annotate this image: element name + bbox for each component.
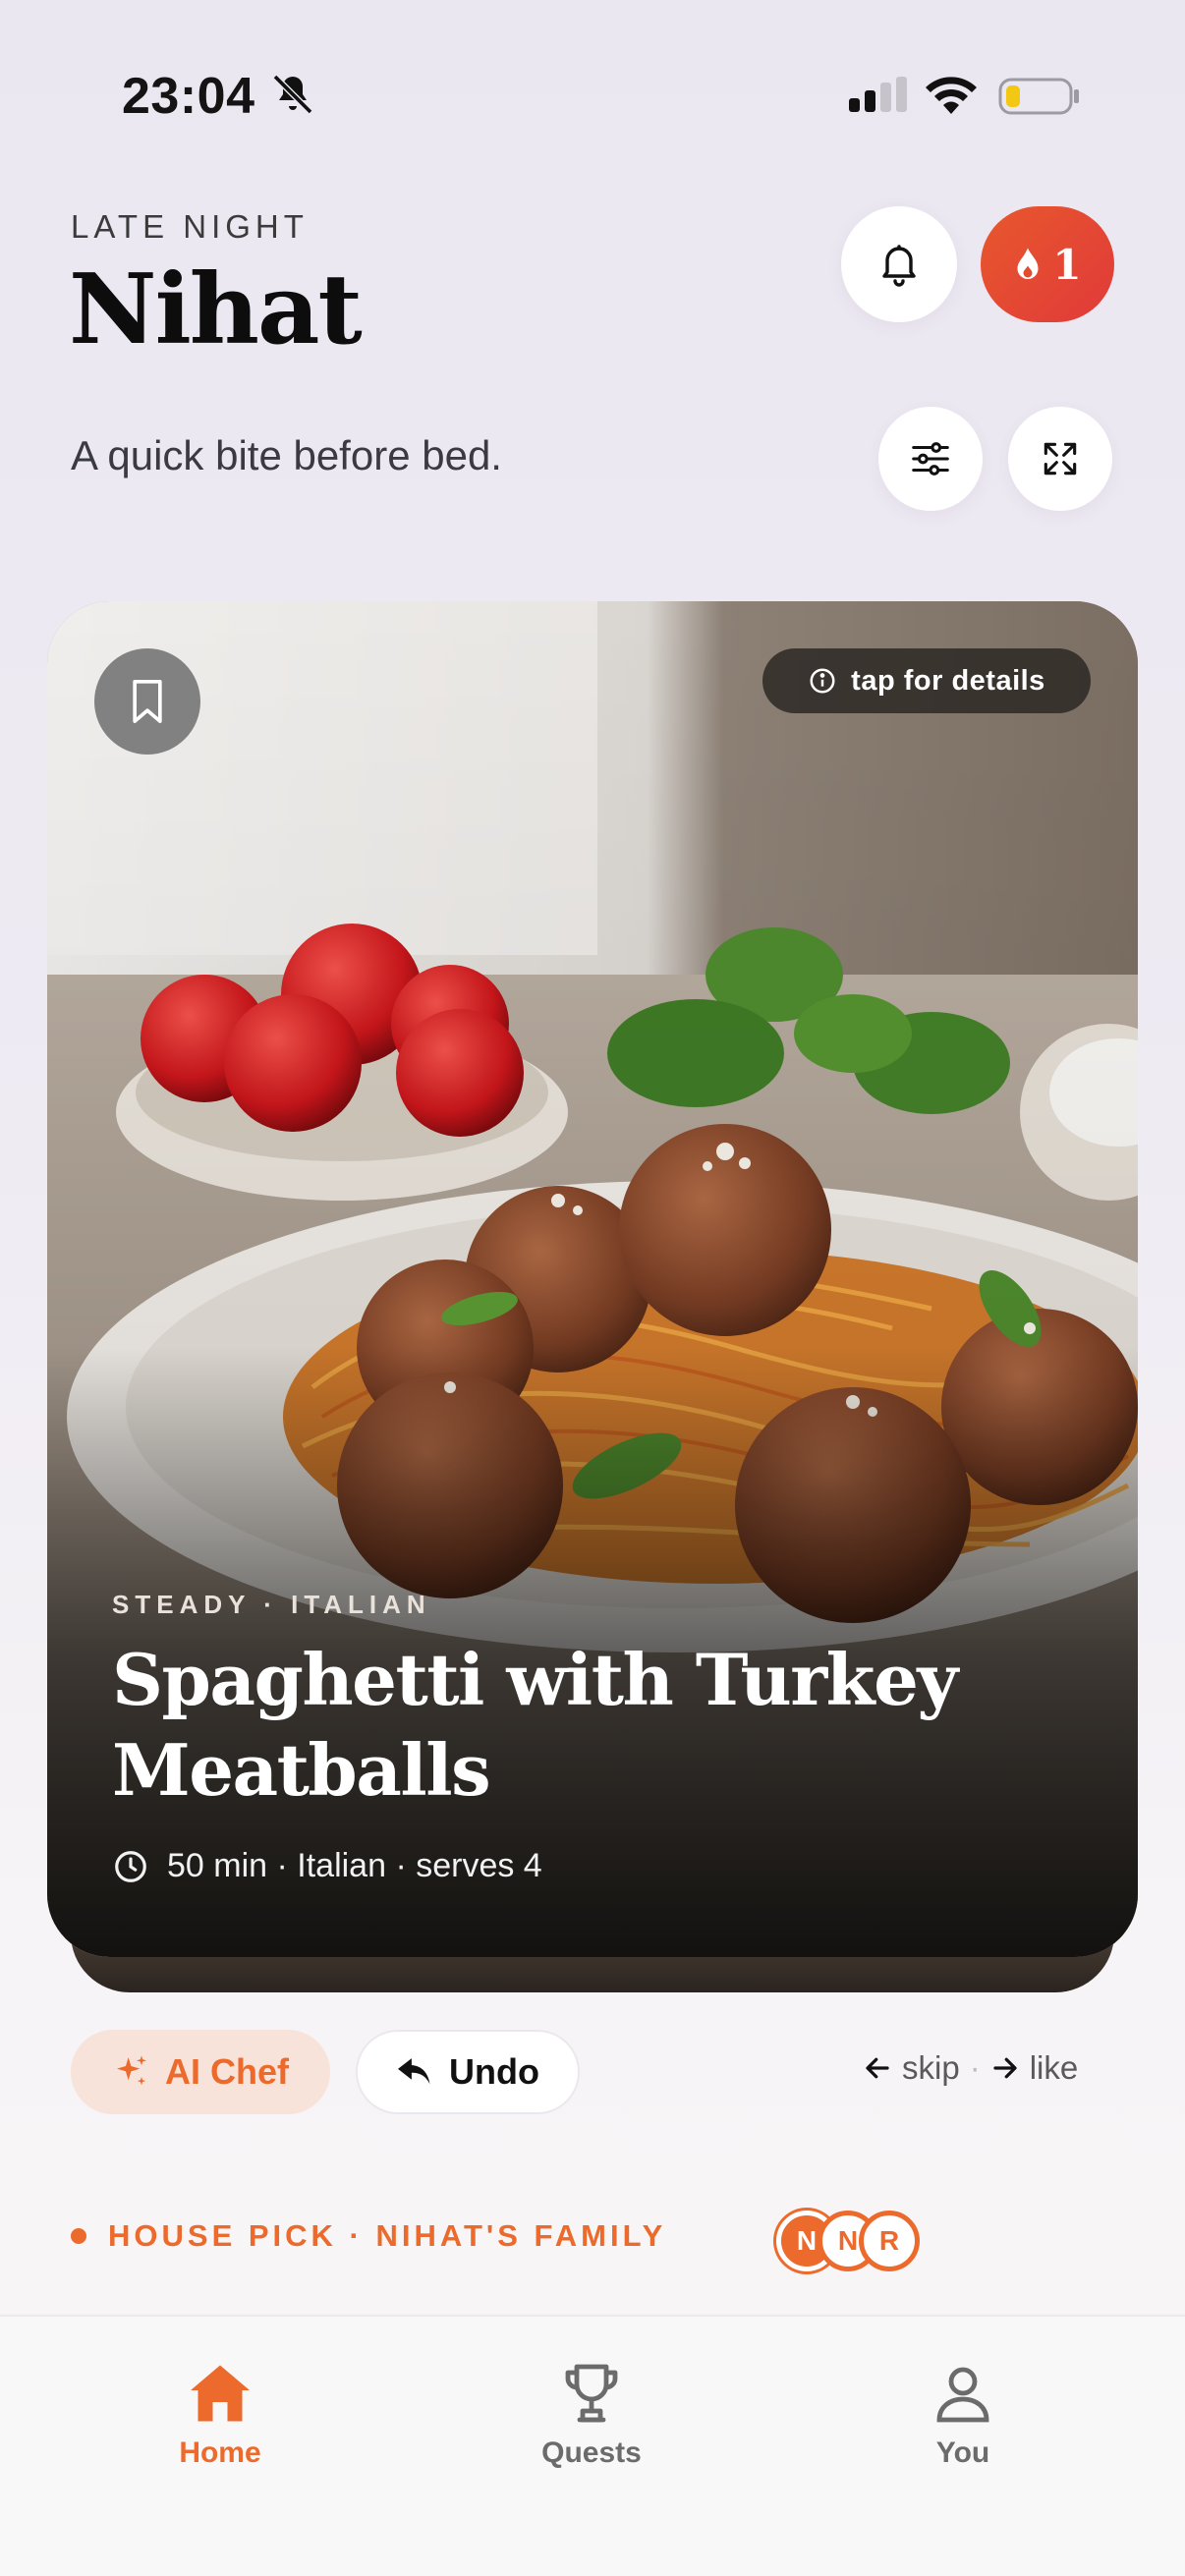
nav-home[interactable]: Home (122, 2358, 318, 2470)
bookmark-icon (133, 679, 162, 723)
cellular-signal-icon (849, 77, 907, 112)
person-icon (936, 2367, 989, 2423)
bottom-nav: Home Quests You (0, 2315, 1185, 2576)
accent-dot (71, 2228, 86, 2244)
streak-count: 1 (1052, 240, 1082, 289)
ai-chef-button[interactable]: AI Chef (71, 2030, 330, 2114)
bell-icon (882, 245, 916, 287)
filters-button[interactable] (878, 407, 983, 511)
undo-arrow-icon (398, 2058, 430, 2085)
recipe-card[interactable]: tap for details STEADY · ITALIAN Spaghet… (47, 601, 1138, 1957)
skip-label: skip (902, 2049, 960, 2086)
sliders-icon (912, 442, 949, 476)
undo-label: Undo (449, 2051, 539, 2092)
recipe-title: Spaghetti with Turkey Meatballs (112, 1638, 958, 1812)
home-icon (191, 2365, 250, 2422)
avatar: R (859, 2211, 920, 2271)
recipe-meta-text: 50 min · Italian · serves 4 (167, 1847, 542, 1884)
flame-icon (1017, 248, 1039, 279)
swipe-hint: skip · like (863, 2049, 1078, 2087)
bell-off-icon (272, 74, 313, 115)
recipe-kicker: STEADY · ITALIAN (112, 1590, 431, 1619)
trophy-icon (565, 2364, 618, 2423)
nav-home-label: Home (179, 2436, 261, 2469)
status-time: 23:04 (122, 68, 255, 125)
save-recipe-button[interactable] (94, 648, 200, 755)
time-of-day-label: LATE NIGHT (71, 208, 309, 245)
arrow-right-icon (993, 2057, 1017, 2079)
separator-dot: · (969, 2049, 981, 2086)
nav-quests[interactable]: Quests (493, 2358, 690, 2470)
house-pick-label: HOUSE PICK · NIHAT'S FAMILY (108, 2218, 667, 2253)
tap-for-details-button[interactable]: tap for details (762, 648, 1091, 713)
like-label: like (1029, 2049, 1079, 2086)
status-bar: 23:04 (0, 0, 1185, 187)
user-name-heading: Nihat (69, 253, 363, 366)
sparkles-icon (117, 2055, 146, 2086)
fullscreen-button[interactable] (1008, 407, 1112, 511)
recipe-meta: 50 min · Italian · serves 4 (112, 1847, 542, 1885)
house-pick-header: HOUSE PICK · NIHAT'S FAMILY (71, 2218, 666, 2254)
nav-quests-label: Quests (541, 2436, 642, 2469)
details-label: tap for details (851, 664, 1045, 697)
undo-button[interactable]: Undo (356, 2030, 580, 2114)
info-icon (810, 668, 835, 694)
battery-icon (998, 78, 1079, 115)
nav-you[interactable]: You (865, 2358, 1061, 2470)
wifi-icon (926, 77, 977, 114)
ai-chef-label: AI Chef (165, 2051, 289, 2092)
expand-icon (1044, 442, 1077, 476)
family-avatars[interactable]: N N R (776, 2211, 933, 2273)
clock-icon (115, 1850, 146, 1882)
tagline: A quick bite before bed. (71, 432, 502, 478)
nav-you-label: You (935, 2436, 990, 2469)
streak-button[interactable]: 1 (981, 206, 1114, 322)
arrow-left-icon (866, 2057, 889, 2079)
notifications-button[interactable] (841, 206, 957, 322)
